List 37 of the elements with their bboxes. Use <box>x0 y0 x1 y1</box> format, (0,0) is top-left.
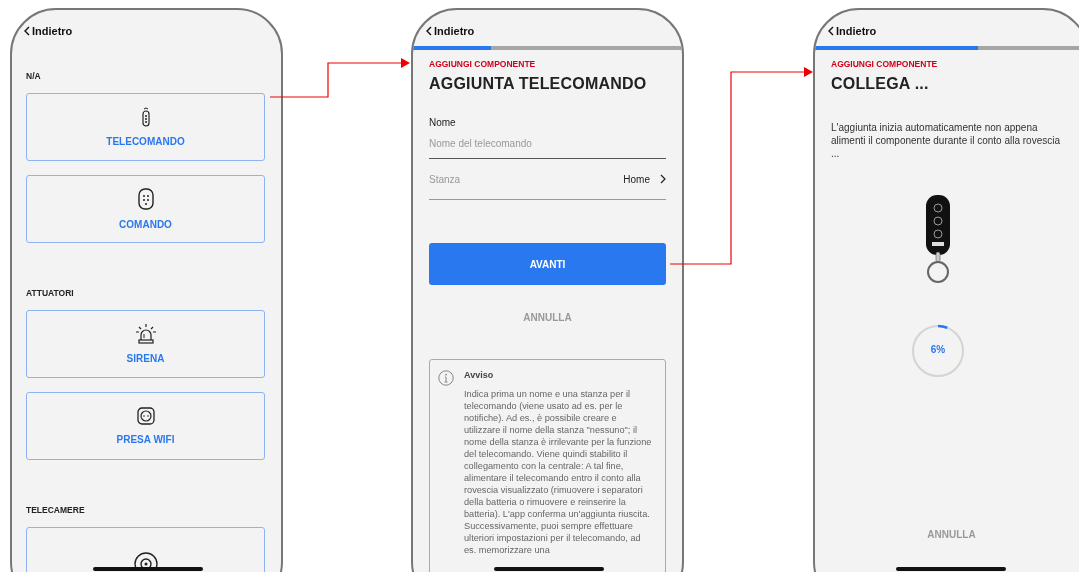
section-header: TELECAMERE <box>26 505 86 515</box>
overline-label: AGGIUNGI COMPONENTE <box>429 59 537 69</box>
info-icon <box>438 370 454 386</box>
notice-text: Indica prima un nome e una stanza per il telecomando (viene usato ad es. per le notifiche). Ad es., è possibile creare e utilizzare il nome della stanza "nessuno"; il nome della stanza è irrilevante per la funzione del telecomando. Viene quindi stabilito il collegamento con la centrale: A tal fine, alimentare il telecomando entro il conto alla rovescia visualizzato (rimuovere i separatori della batteria o rimuovere e reinserire la batteria). L'app conferma un'aggiunta riuscita. Successivamente, puoi sempre effettuare ulteriori impostazioni per il telecomando, ad es. memorizzare una <box>464 388 653 556</box>
description-text: L'aggiunta inizia automaticamente non appena alimenti il componente durante il conto alla rovescia ... <box>831 121 1061 160</box>
component-card[interactable]: SIRENA <box>26 310 265 378</box>
component-label: PRESA WIFI <box>116 434 175 445</box>
remote-icon <box>140 107 151 127</box>
keypad-icon <box>137 188 154 210</box>
chevron-left-icon <box>426 26 432 36</box>
cancel-button[interactable]: ANNULLA <box>921 528 982 541</box>
back-link[interactable]: Indietro <box>426 25 682 37</box>
component-card[interactable]: TELECOMANDO <box>26 93 265 161</box>
screen-title: COLLEGA ... <box>831 75 930 93</box>
name-input-field[interactable]: Nome del telecomando <box>429 130 666 159</box>
component-card[interactable]: COMANDO <box>26 175 265 243</box>
screen-title: AGGIUNTA TELECOMANDO <box>429 75 648 93</box>
section-header: ATTUATORI <box>26 288 75 298</box>
cancel-button[interactable]: ANNULLA <box>517 311 578 324</box>
back-link[interactable]: Indietro <box>24 25 265 37</box>
notice-title: Avviso <box>464 370 495 380</box>
countdown-reading: 6% <box>929 344 947 355</box>
component-label: TELECOMANDO <box>106 136 185 147</box>
chevron-left-icon <box>828 26 834 36</box>
socket-icon <box>136 407 155 425</box>
back-link[interactable]: Indietro <box>828 25 1079 37</box>
room-selector[interactable]: Stanza Home <box>429 159 666 200</box>
chevron-right-icon <box>660 174 666 184</box>
siren-icon <box>134 324 157 344</box>
chevron-left-icon <box>24 26 30 36</box>
section-header: N/A <box>26 71 42 81</box>
next-button[interactable]: AVANTI <box>429 243 666 285</box>
overline-label: AGGIUNGI COMPONENTE <box>831 59 939 69</box>
component-label: COMANDO <box>119 219 172 230</box>
component-label: SIRENA <box>126 353 165 364</box>
field-label: Nome <box>429 117 457 128</box>
component-card[interactable]: PRESA WIFI <box>26 392 265 460</box>
